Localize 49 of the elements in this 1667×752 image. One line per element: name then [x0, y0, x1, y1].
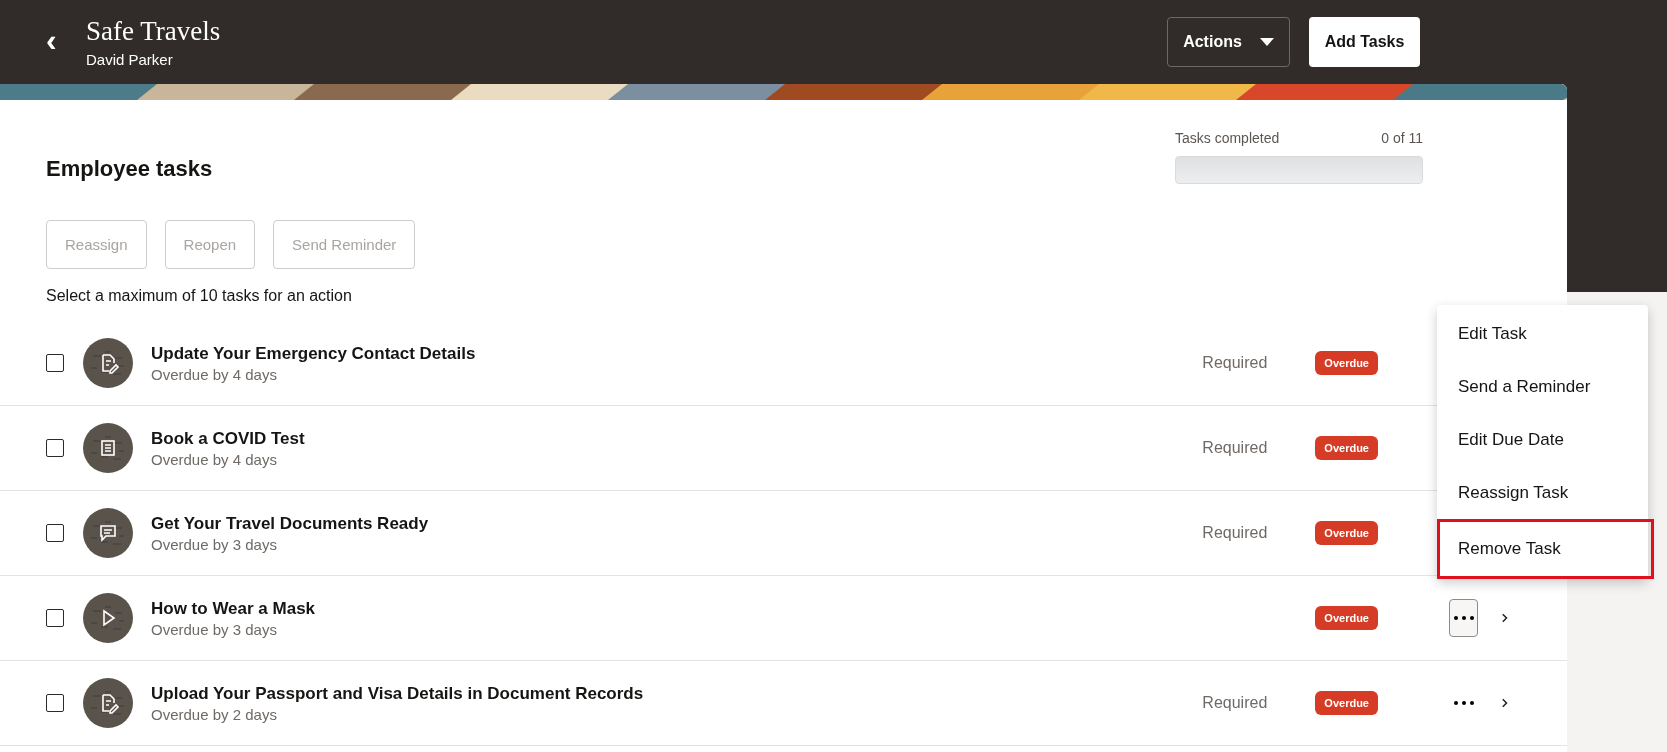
- progress-reading: 0 of 11: [1381, 130, 1423, 146]
- requirement-label: Required: [1202, 694, 1268, 711]
- menu-item[interactable]: Edit Due Date: [1437, 413, 1648, 466]
- task-type-icon: [83, 593, 133, 643]
- more-icon: [1453, 701, 1474, 705]
- chevron-right-icon[interactable]: [1502, 697, 1508, 709]
- page-title: Safe Travels: [86, 16, 222, 47]
- status-badge: Overdue: [1315, 351, 1378, 375]
- checkbox[interactable]: [46, 609, 64, 627]
- caret-icon: [1259, 38, 1274, 46]
- progress-label: Tasks completed: [1175, 130, 1280, 146]
- checkbox[interactable]: [46, 694, 64, 712]
- more-icon: [1453, 616, 1474, 620]
- section-title: Employee tasks: [46, 156, 213, 182]
- requirement-label: Required: [1202, 354, 1268, 371]
- checkbox[interactable]: [46, 439, 64, 457]
- more-button[interactable]: [1449, 599, 1478, 637]
- due-text: Overdue by 4 days: [151, 450, 278, 468]
- menu-item[interactable]: Send a Reminder: [1437, 360, 1648, 413]
- requirement-label: Required: [1202, 524, 1268, 541]
- menu-item[interactable]: Reassign Task: [1437, 466, 1648, 519]
- task-type-icon: [83, 423, 133, 473]
- task-title[interactable]: Upload Your Passport and Visa Details in Document Records: [151, 683, 1203, 704]
- status-badge: Overdue: [1315, 606, 1378, 630]
- task-type-icon: [83, 338, 133, 388]
- actions-button[interactable]: Actions: [1167, 17, 1290, 67]
- due-text: Overdue by 2 days: [151, 705, 278, 723]
- due-text: Overdue by 3 days: [151, 535, 278, 553]
- task-title[interactable]: Get Your Travel Documents Ready: [151, 513, 1203, 534]
- hint-text: Select a maximum of 10 tasks for an action: [46, 287, 353, 305]
- due-text: Overdue by 4 days: [151, 365, 278, 383]
- task-title[interactable]: How to Wear a Mask: [151, 598, 1203, 619]
- checkbox[interactable]: [46, 354, 64, 372]
- chevron-right-icon[interactable]: [1502, 612, 1508, 624]
- status-badge: Overdue: [1315, 436, 1378, 460]
- task-title[interactable]: Book a COVID Test: [151, 428, 1203, 449]
- employee-name: David Parker: [86, 51, 174, 68]
- menu-item[interactable]: Edit Task: [1437, 307, 1648, 360]
- requirement-label: Required: [1202, 439, 1268, 456]
- status-badge: Overdue: [1315, 691, 1378, 715]
- back-button[interactable]: ‹: [46, 21, 86, 59]
- task-type-icon: [83, 508, 133, 558]
- due-text: Overdue by 3 days: [151, 620, 278, 638]
- task-title[interactable]: Update Your Emergency Contact Details: [151, 343, 1203, 364]
- menu-item[interactable]: Remove Task: [1437, 519, 1654, 579]
- task-type-icon: [83, 678, 133, 728]
- status-badge: Overdue: [1315, 521, 1378, 545]
- checkbox[interactable]: [46, 524, 64, 542]
- add-tasks-button[interactable]: Add Tasks: [1309, 17, 1420, 67]
